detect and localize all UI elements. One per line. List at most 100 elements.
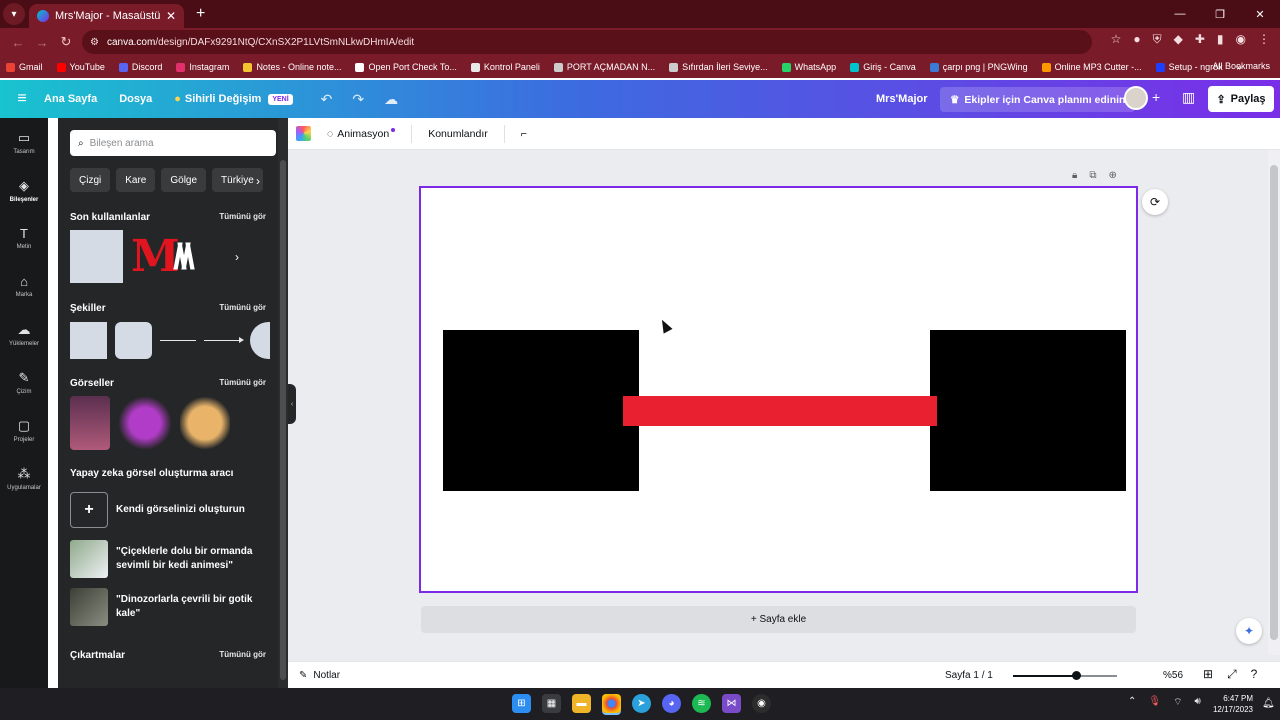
teams-upgrade-button[interactable]: ♛ Ekipler için Canva planını edinin bbox=[940, 87, 1136, 112]
black-rectangle-right[interactable] bbox=[930, 330, 1126, 491]
bookmark-item[interactable]: Notes - Online note... bbox=[243, 62, 341, 72]
square-shape[interactable] bbox=[70, 322, 107, 359]
chip[interactable]: Kare bbox=[116, 168, 156, 192]
circle-shape[interactable] bbox=[250, 322, 270, 359]
home-button[interactable]: Ana Sayfa bbox=[44, 93, 97, 105]
add-page-icon[interactable]: ⊕ bbox=[1108, 170, 1116, 181]
rail-item-draw[interactable]: ✎ Çizim bbox=[0, 358, 48, 406]
obs-icon[interactable]: ◉ bbox=[752, 694, 771, 713]
design-page[interactable] bbox=[419, 186, 1138, 593]
reload-icon[interactable]: ↻ bbox=[54, 34, 78, 50]
recent-m-logo[interactable]: M bbox=[131, 231, 180, 282]
lock-icon[interactable]: 🔒︎ bbox=[1072, 170, 1077, 181]
add-page-button[interactable]: + Sayfa ekle bbox=[421, 606, 1136, 633]
extension-icon[interactable]: ● bbox=[1133, 32, 1140, 47]
magic-switch-button[interactable]: ● Sihirli Değişim YENİ bbox=[174, 93, 293, 105]
close-window-icon[interactable]: ✕ bbox=[1240, 0, 1280, 28]
refresh-icon[interactable]: ⟳ bbox=[1142, 189, 1168, 215]
see-all-link[interactable]: Tümünü gör bbox=[219, 378, 266, 389]
site-info-icon[interactable]: ⚙ bbox=[90, 37, 99, 48]
browser-tab-canva[interactable]: Mrs'Major - Masaüstü Duvar K ✕ bbox=[29, 4, 184, 28]
dancer-graphic[interactable] bbox=[70, 396, 110, 450]
collapse-panel-icon[interactable]: ‹ bbox=[288, 384, 296, 424]
bookmark-item[interactable]: PORT AÇMADAN N... bbox=[553, 62, 655, 72]
chevron-right-icon[interactable]: › bbox=[256, 174, 260, 188]
bookmark-item[interactable]: YouTube bbox=[56, 62, 105, 72]
bookmark-item[interactable]: Open Port Check To... bbox=[355, 62, 457, 72]
forward-icon[interactable]: → bbox=[30, 35, 54, 50]
recent-mountain-logo[interactable]: /\/\ bbox=[173, 236, 227, 277]
zoom-value[interactable]: %56 bbox=[1163, 670, 1183, 681]
visual-studio-icon[interactable]: ⋈ bbox=[722, 694, 741, 713]
position-button[interactable]: Konumlandır bbox=[428, 128, 488, 140]
close-tab-icon[interactable]: ✕ bbox=[166, 9, 176, 23]
bookmark-item[interactable]: Kontrol Paneli bbox=[470, 62, 540, 72]
bookmark-item[interactable]: Discord bbox=[118, 62, 162, 72]
duplicate-page-icon[interactable]: ⧉ bbox=[1089, 170, 1096, 181]
line-shape[interactable] bbox=[160, 340, 196, 341]
help-icon[interactable]: ? bbox=[1251, 667, 1258, 682]
paint-format-icon[interactable]: ⌐ bbox=[521, 128, 527, 140]
avatar[interactable] bbox=[1124, 86, 1148, 110]
menu-dots-icon[interactable]: ⋮ bbox=[1258, 32, 1270, 47]
windows-start-icon[interactable]: ⊞ bbox=[512, 694, 531, 713]
sidebar-icon[interactable]: ▮ bbox=[1217, 32, 1224, 47]
microphone-icon[interactable]: 🎙︎ bbox=[1148, 696, 1161, 709]
zoom-slider[interactable] bbox=[1013, 671, 1117, 680]
ai-prompt-castle[interactable]: "Dinozorlarla çevrili bir gotik kale" bbox=[70, 588, 252, 626]
cloud-save-icon[interactable]: ☁ bbox=[384, 91, 398, 108]
chip[interactable]: Gölge bbox=[161, 168, 207, 192]
add-collaborator-icon[interactable]: + bbox=[1152, 89, 1160, 105]
black-rectangle-left[interactable] bbox=[443, 330, 639, 491]
recent-square[interactable] bbox=[70, 230, 123, 283]
workspace-scroll-thumb[interactable] bbox=[1270, 165, 1278, 640]
bookmark-item[interactable]: Instagram bbox=[176, 62, 229, 72]
bookmark-star-icon[interactable]: ☆ bbox=[1111, 32, 1122, 47]
grid-view-icon[interactable]: ⊞ bbox=[1203, 667, 1213, 682]
chip[interactable]: Çizgi bbox=[70, 168, 111, 192]
minimize-icon[interactable]: — bbox=[1160, 0, 1200, 28]
volume-icon[interactable]: 🔊︎ bbox=[1195, 696, 1201, 709]
extension-icon[interactable]: ◆ bbox=[1174, 32, 1183, 47]
chrome-icon[interactable] bbox=[602, 694, 621, 713]
dog-graphic[interactable] bbox=[180, 396, 230, 450]
rail-item-projects[interactable]: ▢ Projeler bbox=[0, 406, 48, 454]
see-all-link[interactable]: Tümünü gör bbox=[219, 650, 266, 661]
rail-item-apps[interactable]: ⁂ Uygulamalar bbox=[0, 454, 48, 502]
ai-prompt-cat[interactable]: "Çiçeklerle dolu bir ormanda sevimli bir … bbox=[70, 540, 252, 578]
all-bookmarks[interactable]: All Bookmarks bbox=[1212, 61, 1270, 71]
notification-bell-icon[interactable]: 🔔︎ bbox=[1262, 698, 1275, 709]
shield-icon[interactable]: ⛨ bbox=[1153, 32, 1162, 47]
panel-scroll-thumb[interactable] bbox=[280, 160, 286, 680]
see-all-link[interactable]: Tümünü gör bbox=[219, 212, 266, 223]
rail-item-uploads[interactable]: ☁ Yüklemeler bbox=[0, 310, 48, 358]
restore-icon[interactable]: ❐ bbox=[1200, 0, 1240, 28]
puzzle-icon[interactable]: ✚ bbox=[1195, 32, 1205, 47]
menu-icon[interactable]: ≡ bbox=[0, 90, 44, 108]
undo-icon[interactable]: ↶ bbox=[321, 91, 333, 108]
address-bar[interactable]: ⚙ canva.com/design/DAFx9291NtQ/CXnSX2P1L… bbox=[82, 30, 1092, 54]
element-search-input[interactable]: ⌕ Bileşen arama bbox=[70, 130, 276, 156]
bookmark-item[interactable]: Online MP3 Cutter -... bbox=[1041, 62, 1142, 72]
discord-icon[interactable]: ◕ bbox=[662, 694, 681, 713]
bookmark-item[interactable]: çarpı png | PNGWing bbox=[929, 62, 1028, 72]
notes-button[interactable]: ✎ Notlar bbox=[299, 670, 340, 681]
background-color-icon[interactable] bbox=[296, 126, 311, 141]
bookmark-item[interactable]: Sıfırdan İleri Seviye... bbox=[669, 62, 768, 72]
redo-icon[interactable]: ↷ bbox=[352, 91, 364, 108]
bookmark-item[interactable]: WhatsApp bbox=[781, 62, 836, 72]
chevron-up-icon[interactable]: ⌃ bbox=[1128, 696, 1136, 709]
magic-assistant-icon[interactable]: ✦ bbox=[1236, 618, 1262, 644]
rail-item-design[interactable]: ▭ Tasarım bbox=[0, 118, 48, 166]
wifi-icon[interactable]: ⌔ bbox=[1173, 696, 1182, 709]
chevron-right-icon[interactable]: › bbox=[235, 250, 239, 264]
rail-item-brand[interactable]: ⌂ Marka bbox=[0, 262, 48, 310]
taskbar-clock[interactable]: 6:47 PM 12/17/2023 bbox=[1205, 693, 1253, 715]
animation-button[interactable]: ◌ Animasyon bbox=[327, 127, 396, 140]
ai-create-button[interactable]: + Kendi görselinizi oluşturun bbox=[70, 492, 245, 528]
new-tab-button[interactable]: + bbox=[196, 5, 205, 23]
insights-icon[interactable]: ▥ bbox=[1182, 89, 1195, 106]
see-all-link[interactable]: Tümünü gör bbox=[219, 303, 266, 314]
share-button[interactable]: ⇪ Paylaş bbox=[1208, 86, 1274, 112]
back-icon[interactable]: ← bbox=[6, 35, 30, 50]
